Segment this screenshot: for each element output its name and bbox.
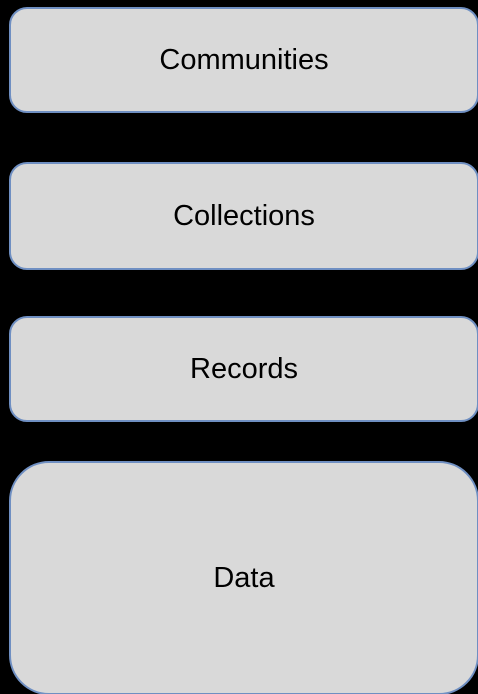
hierarchy-diagram: Communities Collections Records Data	[0, 0, 478, 694]
data-box: Data	[9, 461, 478, 694]
communities-label: Communities	[159, 43, 329, 76]
collections-label: Collections	[173, 199, 315, 232]
records-label: Records	[190, 352, 298, 385]
records-box: Records	[9, 316, 478, 422]
data-label: Data	[213, 561, 275, 594]
communities-box: Communities	[9, 7, 478, 113]
collections-box: Collections	[9, 162, 478, 270]
